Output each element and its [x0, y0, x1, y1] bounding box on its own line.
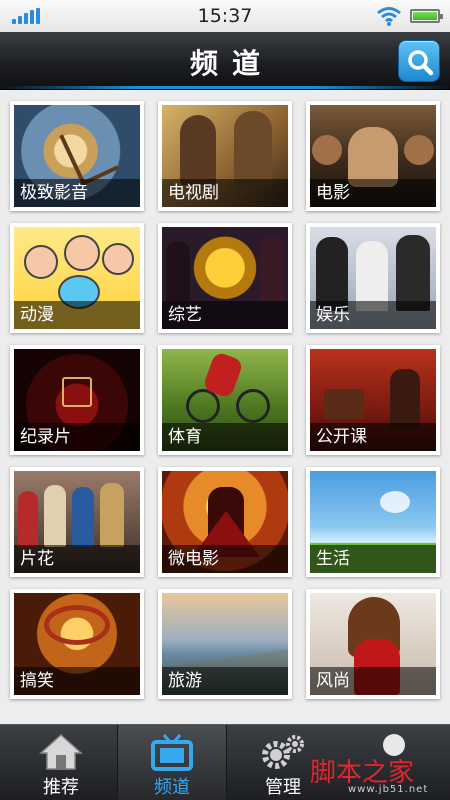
- search-button[interactable]: [398, 40, 440, 82]
- channel-thumbnail: 动漫: [14, 227, 140, 329]
- channel-thumbnail: 风尚: [310, 593, 436, 695]
- channel-tile[interactable]: 极致影音: [10, 101, 144, 211]
- channel-thumbnail: 电视剧: [162, 105, 288, 207]
- channel-label: 搞笑: [14, 667, 140, 695]
- channel-tile[interactable]: 旅游: [158, 589, 292, 699]
- tab-label: 推荐: [43, 777, 79, 798]
- channel-tile[interactable]: 微电影: [158, 467, 292, 577]
- channel-label: 风尚: [310, 667, 436, 695]
- channel-thumbnail: 娱乐: [310, 227, 436, 329]
- wifi-icon: [377, 7, 401, 26]
- title-bar: 频道: [0, 32, 450, 90]
- channel-tile[interactable]: 生活: [306, 467, 440, 577]
- channel-label: 纪录片: [14, 423, 140, 451]
- channel-label: 微电影: [162, 545, 288, 573]
- channel-label: 片花: [14, 545, 140, 573]
- channel-label: 公开课: [310, 423, 436, 451]
- channel-tile[interactable]: 动漫: [10, 223, 144, 333]
- channel-grid: 极致影音 电视剧 电影 动漫 综艺 娱乐 纪录片 体育 公开课 片花 微电影 生…: [10, 101, 440, 699]
- channel-tile[interactable]: 纪录片: [10, 345, 144, 455]
- search-icon: [408, 50, 434, 76]
- watermark-url: www.jb51.net: [348, 784, 429, 795]
- channel-thumbnail: 纪录片: [14, 349, 140, 451]
- channel-tile[interactable]: 搞笑: [10, 589, 144, 699]
- channel-label: 电视剧: [162, 179, 288, 207]
- channel-tile[interactable]: 电影: [306, 101, 440, 211]
- channel-thumbnail: 旅游: [162, 593, 288, 695]
- channel-tile[interactable]: 片花: [10, 467, 144, 577]
- channel-thumbnail: 微电影: [162, 471, 288, 573]
- channel-thumbnail: 生活: [310, 471, 436, 573]
- channel-label: 体育: [162, 423, 288, 451]
- channel-thumbnail: 搞笑: [14, 593, 140, 695]
- channel-tile[interactable]: 风尚: [306, 589, 440, 699]
- tv-icon: [151, 734, 193, 771]
- channel-thumbnail: 片花: [14, 471, 140, 573]
- channel-label: 娱乐: [310, 301, 436, 329]
- tab-recommend[interactable]: 推荐: [6, 725, 116, 800]
- page-title: 频道: [189, 47, 274, 80]
- tab-channels[interactable]: 频道: [117, 725, 227, 800]
- channel-thumbnail: 综艺: [162, 227, 288, 329]
- status-bar: 15:37: [0, 0, 450, 32]
- home-icon: [39, 733, 83, 770]
- channel-tile[interactable]: 体育: [158, 345, 292, 455]
- channel-tile[interactable]: 电视剧: [158, 101, 292, 211]
- battery-icon: [410, 9, 443, 23]
- channel-label: 综艺: [162, 301, 288, 329]
- channel-tile[interactable]: 公开课: [306, 345, 440, 455]
- channel-tile[interactable]: 娱乐: [306, 223, 440, 333]
- channel-thumbnail: 电影: [310, 105, 436, 207]
- channel-label: 动漫: [14, 301, 140, 329]
- channel-label: 旅游: [162, 667, 288, 695]
- tab-label: 频道: [154, 777, 190, 798]
- channel-label: 极致影音: [14, 179, 140, 207]
- channel-label: 电影: [310, 179, 436, 207]
- channel-thumbnail: 极致影音: [14, 105, 140, 207]
- channel-thumbnail: 公开课: [310, 349, 436, 451]
- channel-thumbnail: 体育: [162, 349, 288, 451]
- channel-label: 生活: [310, 545, 436, 573]
- channel-tile[interactable]: 综艺: [158, 223, 292, 333]
- gear-icon: [262, 735, 304, 769]
